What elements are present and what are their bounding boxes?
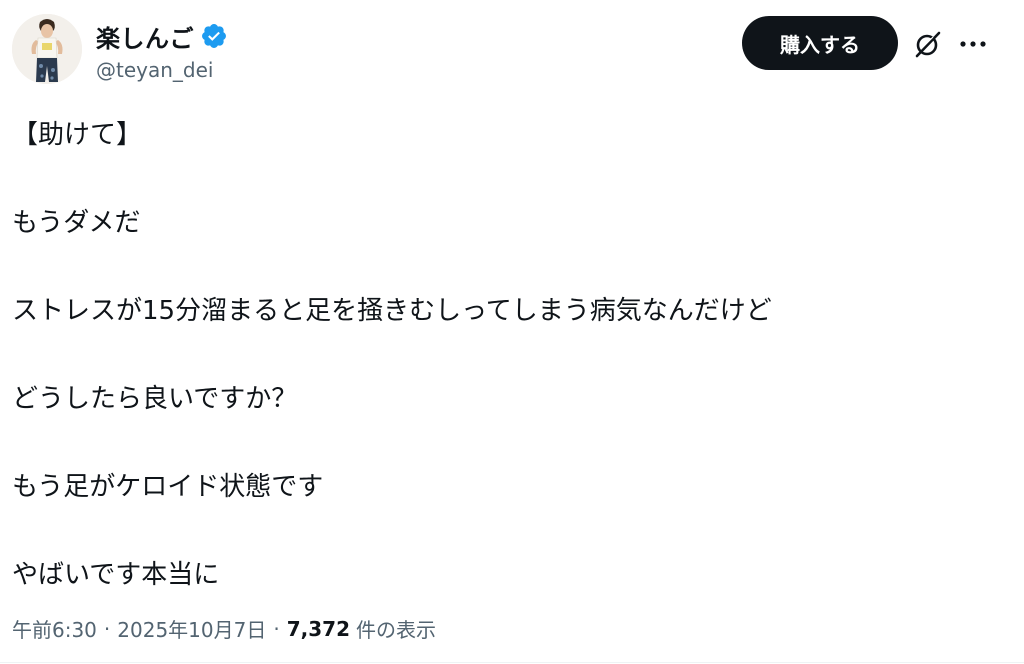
buy-button[interactable]: 購入する xyxy=(742,16,898,70)
author-handle[interactable]: @teyan_dei xyxy=(96,58,213,82)
avatar[interactable] xyxy=(12,14,82,84)
views-label[interactable]: 件の表示 xyxy=(356,614,436,643)
post-meta: 午前6:30 · 2025年10月7日 · 7,372 件の表示 xyxy=(12,614,436,643)
post-line: どうしたら良いですか？ xyxy=(12,384,298,414)
views-count[interactable]: 7,372 xyxy=(287,617,350,641)
meta-separator: · xyxy=(273,616,280,641)
divider xyxy=(0,662,1024,663)
author-name-row[interactable]: 楽しんご xyxy=(96,18,228,54)
more-dots-icon[interactable] xyxy=(958,30,988,58)
post-header: 楽しんご @teyan_dei 購入する xyxy=(12,14,1012,90)
post-line: もうダメだ xyxy=(12,208,141,238)
grok-icon[interactable] xyxy=(912,28,944,60)
post-line: もう足がケロイド状態です xyxy=(12,472,324,502)
post-line: やばいです本当に xyxy=(12,560,220,590)
post-line: ストレスが15分溜まると足を掻きむしってしまう病気なんだけど xyxy=(12,296,772,326)
meta-separator: · xyxy=(103,616,111,641)
post-line: 【助けて】 xyxy=(12,120,143,150)
post-text: 【助けて】 もうダメだ ストレスが15分溜まると足を掻きむしってしまう病気なんだ… xyxy=(12,108,1002,602)
post-date[interactable]: 2025年10月7日 xyxy=(117,614,266,643)
post-time[interactable]: 午前6:30 xyxy=(12,614,97,643)
author-display-name[interactable]: 楽しんご xyxy=(96,19,194,54)
verified-badge-icon[interactable] xyxy=(200,22,228,50)
